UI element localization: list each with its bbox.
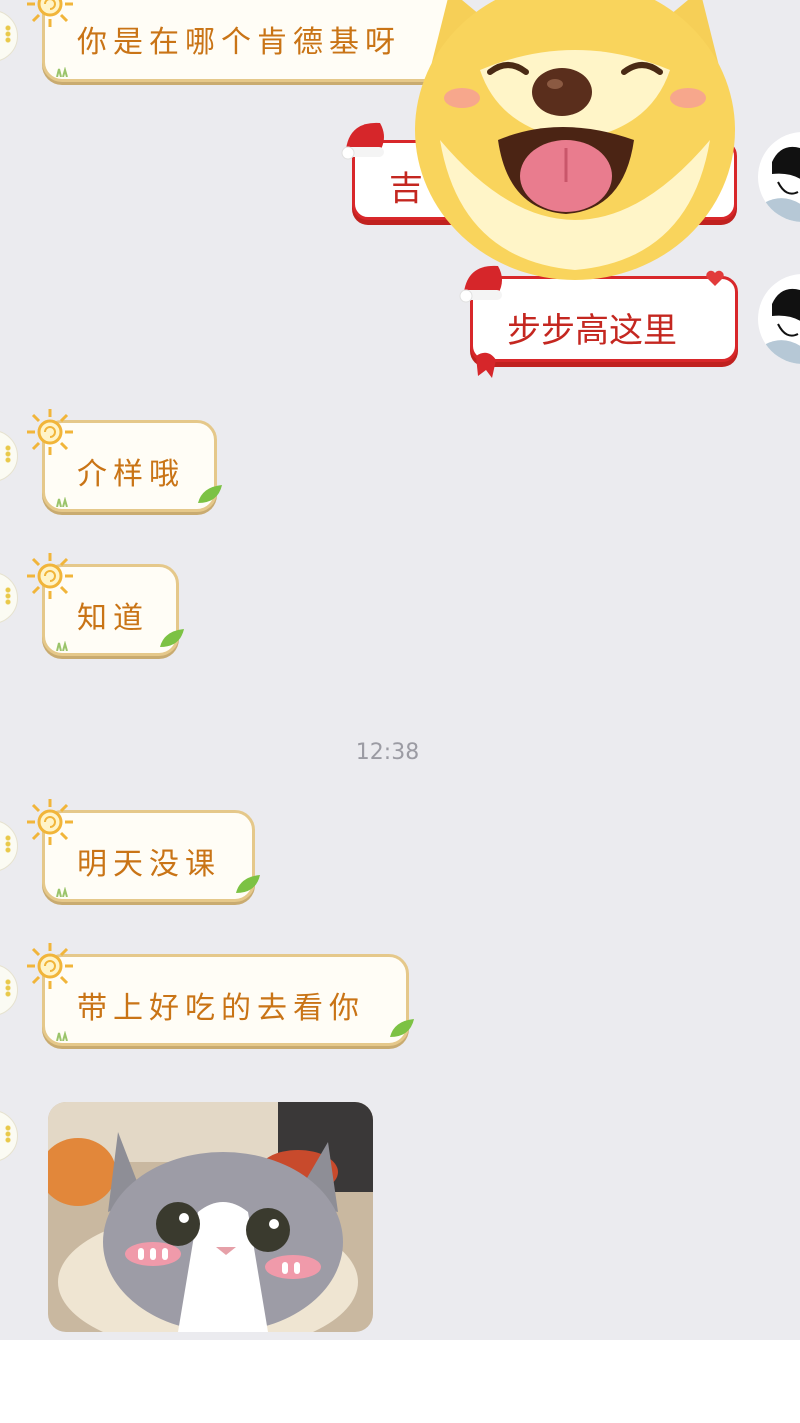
santa-hat-icon xyxy=(341,122,384,160)
message-bubble-incoming[interactable]: 知道 xyxy=(27,553,184,656)
my-avatar[interactable] xyxy=(758,132,800,222)
contact-avatar[interactable] xyxy=(0,964,18,1016)
sun-icon xyxy=(27,409,73,455)
message-text: 知道 xyxy=(77,601,149,636)
sun-icon xyxy=(27,0,73,27)
chat-screen: 你是在哪个肯德基呀 吉 步步高这里 介样哦 知道 12:38 明天没课 带上好吃… xyxy=(0,0,800,1423)
bottom-bar xyxy=(0,1340,800,1423)
grass-icon xyxy=(56,641,68,651)
avatar-illustration xyxy=(762,285,800,364)
leaf-icon xyxy=(236,875,260,893)
contact-avatar[interactable] xyxy=(0,430,18,482)
message-text: 步步高这里 xyxy=(507,311,677,351)
message-bubble-incoming[interactable]: 带上好吃的去看你 xyxy=(27,943,414,1046)
leaf-icon xyxy=(390,1019,414,1037)
message-list[interactable]: 你是在哪个肯德基呀 吉 步步高这里 介样哦 知道 12:38 明天没课 带上好吃… xyxy=(0,0,800,1340)
grass-icon xyxy=(56,497,68,507)
leaf-icon xyxy=(160,629,184,647)
contact-avatar[interactable] xyxy=(0,572,18,624)
sun-icon xyxy=(27,943,73,989)
cat-photo[interactable] xyxy=(48,1102,373,1332)
contact-avatar[interactable] xyxy=(0,820,18,872)
message-text: 带上好吃的去看你 xyxy=(77,991,365,1026)
message-bubble-incoming[interactable]: 明天没课 xyxy=(27,799,260,902)
message-bubble-incoming[interactable]: 你是在哪个肯德基呀 xyxy=(27,0,462,82)
ribbon-icon xyxy=(476,352,496,378)
sun-icon xyxy=(27,799,73,845)
my-avatar[interactable] xyxy=(758,274,800,364)
message-timestamp: 12:38 xyxy=(355,740,420,765)
shiba-dog-sticker[interactable] xyxy=(410,0,740,290)
contact-avatar[interactable] xyxy=(0,1110,18,1162)
grass-icon xyxy=(56,1031,68,1041)
grass-icon xyxy=(56,887,68,897)
contact-avatar[interactable] xyxy=(0,10,18,62)
message-text: 明天没课 xyxy=(77,847,221,882)
message-text: 介样哦 xyxy=(77,457,185,492)
grass-icon xyxy=(56,67,68,77)
sun-icon xyxy=(27,553,73,599)
message-text: 你是在哪个肯德基呀 xyxy=(77,25,401,60)
avatar-illustration xyxy=(762,143,800,222)
message-bubble-incoming[interactable]: 介样哦 xyxy=(27,409,222,512)
leaf-icon xyxy=(198,485,222,503)
